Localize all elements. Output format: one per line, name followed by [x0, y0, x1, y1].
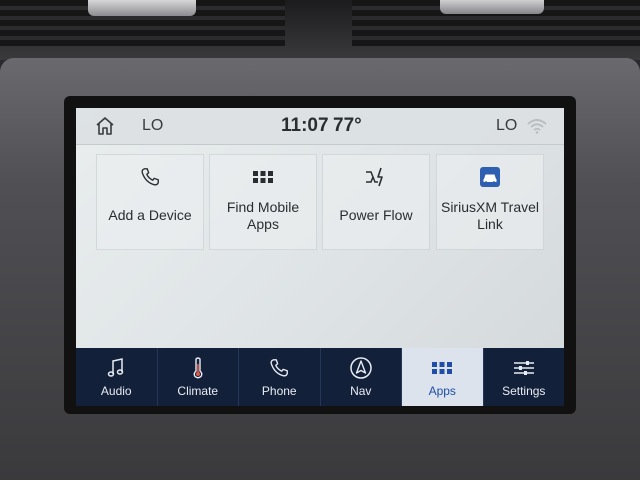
grid-icon: [253, 171, 273, 183]
bottom-navigation: Audio Climate Phone Nav Apps Settings: [76, 348, 564, 406]
phone-icon: [141, 168, 159, 186]
status-bar: LO 11:07 77° LO: [76, 108, 564, 145]
app-add-a-device[interactable]: Add a Device: [96, 154, 204, 250]
app-label: Add a Device: [108, 207, 192, 223]
nav-tab-label: Climate: [177, 384, 219, 398]
app-power-flow[interactable]: Power Flow: [322, 154, 430, 250]
outside-temperature: 77°: [333, 115, 362, 136]
climate-left-temp[interactable]: LO: [142, 117, 163, 135]
nav-tab-audio[interactable]: Audio: [76, 348, 158, 406]
vent-knob-left: [88, 0, 196, 16]
nav-tab-label: Phone: [261, 384, 297, 398]
app-label: Power Flow: [339, 207, 413, 223]
app-siriusxm-travel-link[interactable]: SiriusXM Travel Link: [436, 154, 544, 250]
app-label: Find Mobile Apps: [226, 199, 300, 232]
nav-tab-label: Audio: [100, 384, 132, 398]
nav-tab-label: Settings: [502, 384, 546, 398]
climate-right-temp[interactable]: LO: [496, 117, 517, 135]
nav-tab-climate[interactable]: Climate: [158, 348, 239, 406]
music-note-icon: [108, 358, 124, 377]
nav-tab-label: Apps: [428, 384, 456, 398]
nav-tab-phone[interactable]: Phone: [239, 348, 321, 406]
navigation-arrow-icon: [350, 357, 372, 379]
thermometer-icon: [193, 357, 203, 379]
app-find-mobile-apps[interactable]: Find Mobile Apps: [209, 154, 317, 250]
phone-icon: [270, 359, 289, 377]
nav-tab-settings[interactable]: Settings: [484, 348, 565, 406]
nav-tab-label: Nav: [350, 384, 372, 398]
home-icon: [96, 117, 114, 135]
nav-tab-apps[interactable]: Apps: [402, 348, 484, 406]
app-label: SiriusXM Travel Link: [440, 199, 540, 232]
home-button[interactable]: [94, 116, 116, 136]
nav-tab-nav[interactable]: Nav: [321, 348, 402, 406]
wifi-icon: [526, 118, 548, 134]
vent-knob-right: [440, 0, 544, 14]
infotainment-screen: LO 11:07 77° LO Add a Device Find Mobile…: [76, 108, 564, 406]
car-icon: [480, 167, 500, 187]
power-flow-icon: [366, 167, 383, 187]
sliders-icon: [513, 361, 534, 375]
grid-icon: [432, 362, 453, 374]
clock: 11:07: [281, 115, 329, 136]
